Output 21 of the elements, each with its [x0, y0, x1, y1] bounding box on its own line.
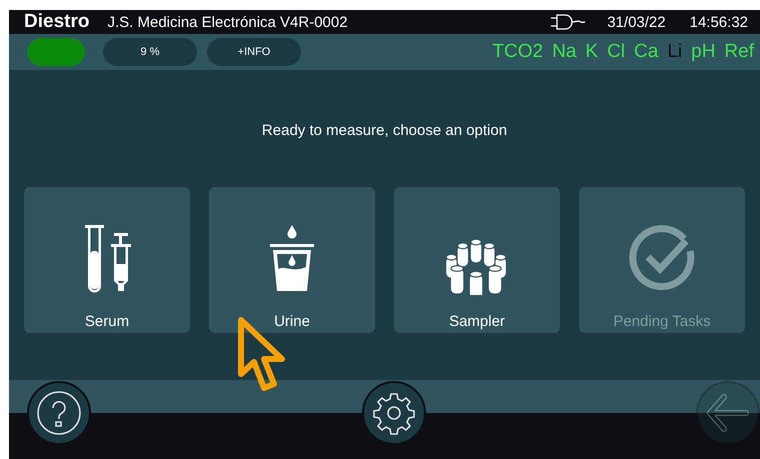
analyte-label: Cl: [607, 41, 626, 63]
analyte-label: K: [585, 41, 598, 63]
analyte-label: pH: [691, 41, 716, 63]
help-icon: [35, 389, 83, 437]
option-button[interactable]: Serum: [24, 187, 190, 333]
brand-logo: Diestro: [24, 11, 90, 33]
analyte-label: Ca: [634, 41, 658, 63]
option-button[interactable]: Urine: [209, 187, 375, 333]
analyte-label: Ref: [724, 41, 754, 63]
analyte-label: Na: [552, 41, 576, 63]
analyte-label: Li: [667, 41, 682, 63]
date-text: 31/03/22: [607, 14, 666, 30]
progress-indicator: 9 %: [103, 38, 197, 66]
status-message: Ready to measure, choose an option: [262, 122, 508, 139]
time-text: 14:56:32: [690, 14, 748, 30]
option-button[interactable]: Sampler: [394, 187, 560, 333]
analyte-label: TCO2: [492, 41, 544, 63]
info-button[interactable]: +INFO: [207, 38, 301, 66]
status-indicator: [27, 38, 85, 66]
device-title: J.S. Medicina Electrónica V4R-0002: [107, 14, 349, 30]
power-plug-icon: [551, 14, 586, 30]
